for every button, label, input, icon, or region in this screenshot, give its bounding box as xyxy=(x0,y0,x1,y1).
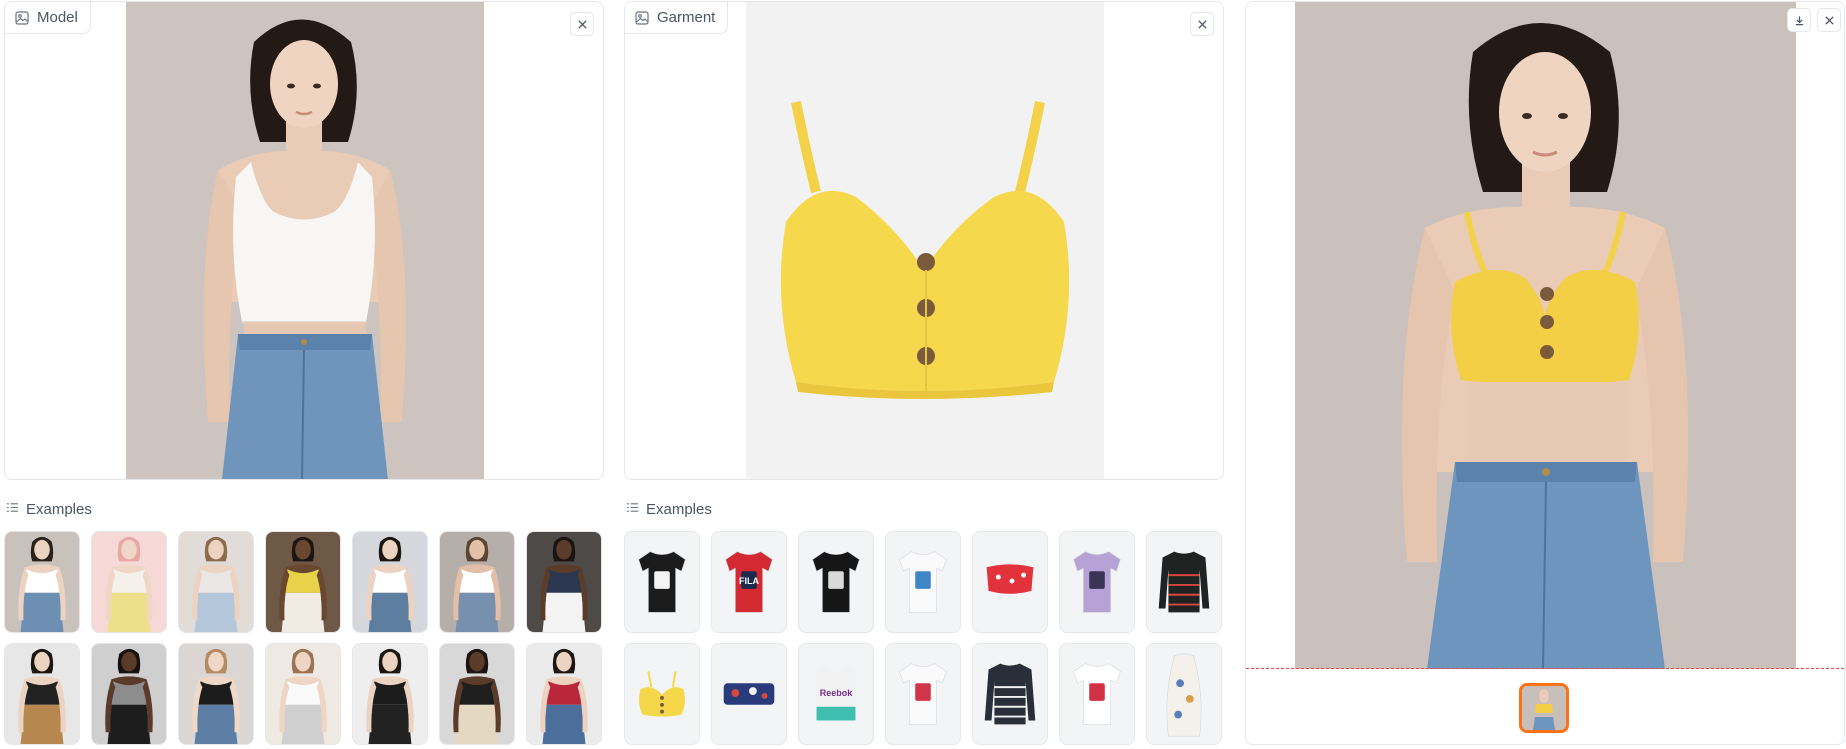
result-image-panel[interactable] xyxy=(1245,1,1845,745)
garment-photo xyxy=(746,2,1104,479)
result-divider xyxy=(1246,668,1844,670)
model-example-model-male-white-tank-jeans[interactable] xyxy=(352,531,428,633)
garment-example-brand-text: Reebok xyxy=(819,688,853,698)
garment-example-black-tee-print[interactable] xyxy=(624,531,700,633)
garment-image-panel[interactable]: Garment xyxy=(624,1,1224,480)
model-clear-button[interactable] xyxy=(570,12,594,36)
close-icon xyxy=(577,19,587,29)
model-example-model-gray-tee-black-pants[interactable] xyxy=(91,643,167,745)
result-photo xyxy=(1295,2,1796,669)
model-example-model-male-tank-jeans[interactable] xyxy=(439,531,515,633)
download-button[interactable] xyxy=(1787,8,1811,32)
image-icon xyxy=(15,10,29,25)
model-example-model-black-tube-jeans[interactable] xyxy=(178,643,254,745)
result-gallery-thumbnail[interactable] xyxy=(1519,683,1569,733)
garment-example-brand-text: FILA xyxy=(739,576,759,586)
garment-example-white-tee-anime[interactable] xyxy=(885,531,961,633)
garment-example-striped-long-sleeve[interactable] xyxy=(972,643,1048,745)
garment-example-yellow-button-cami[interactable] xyxy=(624,643,700,745)
garment-example-fila-tee[interactable]: FILA xyxy=(711,531,787,633)
model-example-model-black-halter-beige[interactable] xyxy=(439,643,515,745)
examples-label-text: Examples xyxy=(26,501,92,518)
garment-example-white-tee-minnie[interactable] xyxy=(1059,643,1135,745)
model-example-model-gray-tank-jeans[interactable] xyxy=(178,531,254,633)
close-icon xyxy=(1824,15,1834,25)
model-label: Model xyxy=(37,9,78,26)
model-example-model-red-top-jeans[interactable] xyxy=(526,643,602,745)
model-example-model-white-tank-jeans[interactable] xyxy=(4,531,80,633)
garment-example-black-floral-turtleneck[interactable] xyxy=(1146,531,1222,633)
result-close-button[interactable] xyxy=(1817,8,1841,32)
model-image-panel[interactable]: Model xyxy=(4,1,604,480)
garment-label-chip: Garment xyxy=(625,2,729,34)
model-example-model-yellow-crop-skirt[interactable] xyxy=(265,531,341,633)
model-example-model-white-top-zebra-skirt[interactable] xyxy=(265,643,341,745)
garment-clear-button[interactable] xyxy=(1190,12,1214,36)
image-icon xyxy=(635,10,649,25)
model-example-model-navy-tank-white-pants[interactable] xyxy=(526,531,602,633)
model-example-model-yellow-skirt[interactable] xyxy=(91,531,167,633)
garment-label: Garment xyxy=(657,9,716,26)
garment-example-patterned-tube-top[interactable] xyxy=(711,643,787,745)
download-icon xyxy=(1795,15,1803,25)
garment-example-lavender-tee[interactable] xyxy=(1059,531,1135,633)
list-icon xyxy=(626,501,639,518)
garment-examples-label: Examples xyxy=(626,501,712,518)
garment-example-black-tee-photo[interactable] xyxy=(798,531,874,633)
model-photo xyxy=(126,2,484,479)
model-example-model-black-cami-pants[interactable] xyxy=(352,643,428,745)
model-label-chip: Model xyxy=(5,2,91,34)
garment-example-floral-bodycon-dress[interactable] xyxy=(1146,643,1222,745)
examples-label-text: Examples xyxy=(646,501,712,518)
garment-example-reebok-crop-tank[interactable]: Reebok xyxy=(798,643,874,745)
garment-example-white-tee-anime-red[interactable] xyxy=(885,643,961,745)
close-icon xyxy=(1197,19,1207,29)
list-icon xyxy=(6,501,19,518)
garment-example-red-floral-off-shoulder[interactable] xyxy=(972,531,1048,633)
model-example-model-black-sheer-leopard[interactable] xyxy=(4,643,80,745)
model-examples-label: Examples xyxy=(6,501,92,518)
